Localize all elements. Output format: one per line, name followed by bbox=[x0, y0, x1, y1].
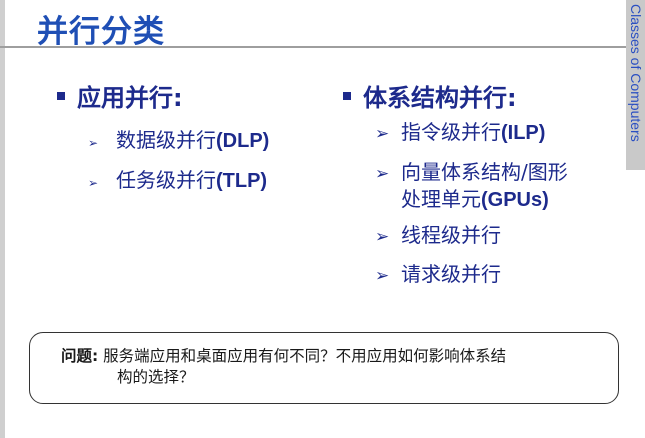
question-text: 问题: 服务端应用和桌面应用有何不同？不用应用如何影响体系结 构的选择？ bbox=[61, 346, 601, 388]
right-item-thread: ➢ 线程级并行 bbox=[375, 223, 501, 250]
arrow-bullet-icon: ➢ bbox=[375, 227, 390, 247]
right-item-ilp: ➢ 指令级并行(ILP) bbox=[375, 120, 545, 147]
right-item-request-text: 请求级并行 bbox=[401, 262, 501, 286]
question-line1: 服务端应用和桌面应用有何不同？不用应用如何影响体系结 bbox=[103, 347, 507, 365]
left-item-dlp: ➢ 数据级并行(DLP) bbox=[88, 124, 269, 153]
left-heading-text: 应用并行: bbox=[77, 84, 183, 112]
arrow-bullet-icon: ➢ bbox=[375, 164, 390, 184]
right-item-gpu: ➢ 向量体系结构/图形 处理单元(GPUs) bbox=[375, 160, 568, 213]
title-divider bbox=[0, 46, 626, 48]
right-item-gpu-line2: 处理单元 bbox=[401, 187, 481, 211]
left-edge-bar bbox=[0, 0, 5, 438]
left-item-tlp-text: 任务级并行 bbox=[116, 168, 216, 192]
right-item-ilp-text: 指令级并行 bbox=[401, 120, 501, 144]
square-bullet-icon bbox=[57, 92, 65, 100]
question-line2: 构的选择？ bbox=[117, 368, 195, 386]
left-item-tlp: ➢ 任务级并行(TLP) bbox=[88, 164, 267, 193]
right-item-request: ➢ 请求级并行 bbox=[375, 262, 501, 289]
square-bullet-icon bbox=[343, 92, 351, 100]
right-item-gpu-abbr: (GPUs) bbox=[481, 189, 549, 211]
right-item-thread-text: 线程级并行 bbox=[401, 223, 501, 247]
arrow-bullet-icon: ➢ bbox=[375, 266, 390, 286]
right-heading-text: 体系结构并行: bbox=[363, 84, 517, 112]
slide-title: 并行分类 bbox=[37, 14, 165, 50]
right-item-ilp-abbr: (ILP) bbox=[501, 122, 546, 144]
right-heading: 体系结构并行: bbox=[343, 78, 517, 113]
left-heading: 应用并行: bbox=[57, 78, 183, 113]
left-item-dlp-text: 数据级并行 bbox=[116, 128, 216, 152]
arrow-bullet-icon: ➢ bbox=[88, 136, 99, 150]
left-item-tlp-abbr: (TLP) bbox=[216, 170, 268, 192]
left-item-dlp-abbr: (DLP) bbox=[216, 130, 270, 152]
arrow-bullet-icon: ➢ bbox=[88, 176, 99, 190]
arrow-bullet-icon: ➢ bbox=[375, 124, 390, 144]
question-label: 问题: bbox=[61, 347, 99, 365]
side-tab-label: Classes of Computers bbox=[628, 4, 644, 142]
right-item-gpu-line1: 向量体系结构/图形 bbox=[401, 160, 568, 184]
